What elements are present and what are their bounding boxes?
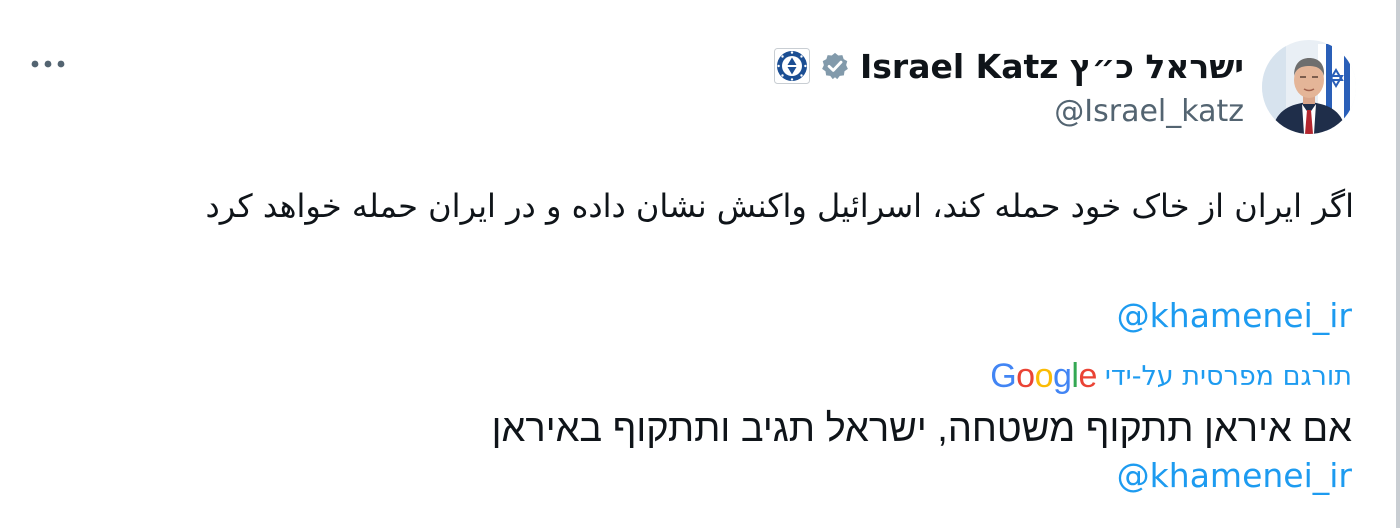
- more-options-button[interactable]: [28, 44, 68, 84]
- more-options-icon: [31, 60, 65, 68]
- translated-mention-link[interactable]: @khamenei_ir: [1117, 456, 1352, 495]
- tweet-header: ישראל כ״ץ Israel Katz: [774, 40, 1244, 92]
- avatar-photo: [1262, 40, 1356, 134]
- translation-attribution[interactable]: תורגם מפרסית על-ידי Google: [990, 356, 1352, 396]
- author-handle[interactable]: @Israel_katz: [1054, 94, 1244, 129]
- verified-badge-icon: [820, 51, 850, 81]
- author-display-name[interactable]: ישראל כ״ץ Israel Katz: [860, 47, 1244, 86]
- avatar[interactable]: [1262, 40, 1356, 134]
- google-logo: Google: [990, 356, 1097, 395]
- affiliate-badge[interactable]: [774, 48, 811, 84]
- government-seal-icon: [774, 48, 811, 84]
- scrollbar-edge: [1396, 0, 1400, 528]
- tweet-card: ישראל כ״ץ Israel Katz @Israel_katz اگر ا…: [0, 0, 1396, 528]
- translated-text: אם איראן תתקוף משטחה, ישראל תגיב ותתקוף …: [491, 408, 1352, 450]
- mention-link[interactable]: @khamenei_ir: [1117, 296, 1352, 335]
- translated-by-label: תורגם מפרסית על-ידי: [1104, 360, 1352, 392]
- tweet-text: اگر ایران از خاک خود حمله کند، اسرائیل و…: [205, 187, 1354, 225]
